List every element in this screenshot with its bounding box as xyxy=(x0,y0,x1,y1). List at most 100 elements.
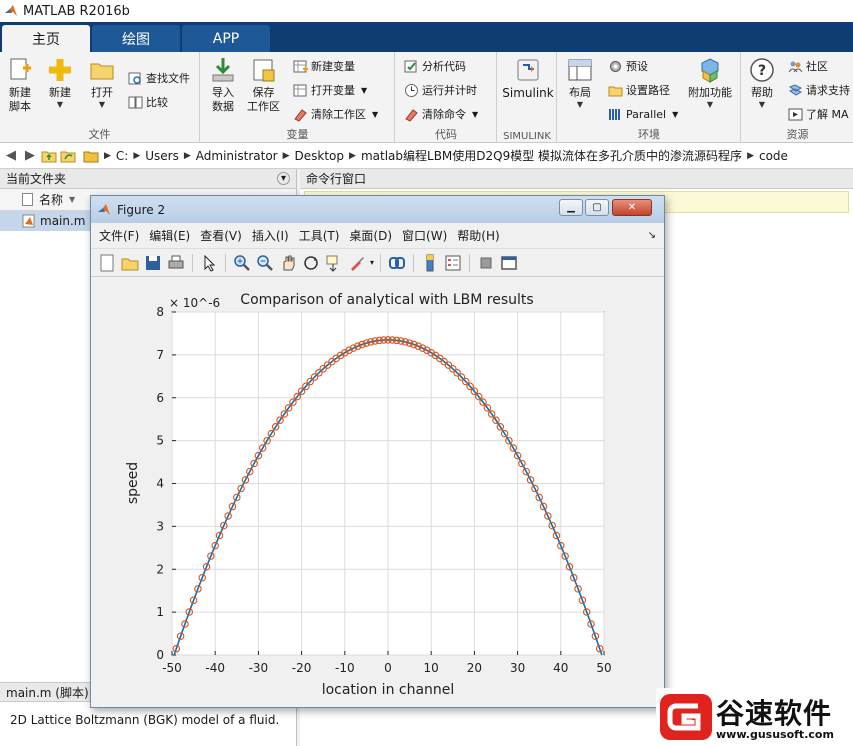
open-variable-icon xyxy=(293,84,307,96)
pointer-icon[interactable] xyxy=(199,253,219,273)
ribbon-section-simulink: Simulink SIMULINK xyxy=(498,52,557,143)
simulink-button[interactable]: Simulink xyxy=(502,56,554,100)
pan-icon[interactable] xyxy=(278,253,298,273)
maximize-button[interactable]: ▢ xyxy=(585,199,609,216)
open-variable-button[interactable]: 打开变量 ▼ xyxy=(293,81,367,99)
panel-menu-icon[interactable]: ▾ xyxy=(277,172,290,185)
learn-matlab-button[interactable]: 了解 MA xyxy=(788,105,849,123)
command-window-title: 命令行窗口 xyxy=(306,172,367,186)
help-button[interactable]: ? 帮助 ▼ xyxy=(748,56,776,109)
clear-commands-button[interactable]: 清除命令 ▼ xyxy=(404,105,478,123)
colorbar-icon[interactable] xyxy=(420,253,440,273)
y-axis-exponent: × 10^-6 xyxy=(169,296,220,310)
ribbon-section-code: 分析代码 运行并计时 清除命令 ▼ 代码 xyxy=(396,52,497,143)
back-arrow-icon[interactable]: ◀ xyxy=(3,148,19,163)
chevron-down-icon: ▼ xyxy=(372,109,379,119)
current-folder-header: 当前文件夹 ▾ xyxy=(0,169,296,189)
browse-folder-icon[interactable] xyxy=(60,148,76,164)
layout-button[interactable]: 布局 ▼ xyxy=(566,56,594,109)
y-tick-label: 5 xyxy=(156,434,164,448)
menu-edit[interactable]: 编辑(E) xyxy=(149,227,190,244)
new-variable-button[interactable]: 新建变量 xyxy=(293,57,355,75)
ribbon-section-resources: ? 帮助 ▼ 社区 请求支持 了解 MA 资源 xyxy=(742,52,853,143)
plot-canvas[interactable]: Comparison of analytical with LBM result… xyxy=(97,281,657,701)
breadcrumb-item[interactable]: Users xyxy=(145,149,179,163)
chevron-down-icon: ▼ xyxy=(361,85,368,95)
link-plot-icon[interactable] xyxy=(387,253,407,273)
menu-file[interactable]: 文件(F) xyxy=(99,227,139,244)
figure-title: Figure 2 xyxy=(117,202,166,217)
parallel-button[interactable]: Parallel ▼ xyxy=(608,105,678,123)
zoom-out-icon[interactable] xyxy=(255,253,275,273)
address-bar: ◀ ▶ ▶ C: ▶ Users ▶ Administrator ▶ Deskt… xyxy=(0,143,853,169)
close-button[interactable]: ✕ xyxy=(612,199,652,216)
new-script-button[interactable]: 新建 脚本 xyxy=(6,56,34,114)
breadcrumb-item[interactable]: code xyxy=(759,149,788,163)
new-script-icon xyxy=(10,58,31,80)
toolbar-separator xyxy=(469,253,471,272)
tab-home[interactable]: 主页 xyxy=(2,25,90,52)
zoom-in-icon[interactable] xyxy=(232,253,252,273)
save-icon[interactable] xyxy=(143,253,163,273)
toolbar-separator xyxy=(225,253,226,272)
community-button[interactable]: 社区 xyxy=(788,57,828,75)
menu-insert[interactable]: 插入(I) xyxy=(252,227,289,244)
menu-tools[interactable]: 工具(T) xyxy=(299,227,340,244)
find-files-button[interactable]: 查找文件 xyxy=(128,69,190,87)
up-folder-icon[interactable] xyxy=(41,148,57,164)
toolbar-separator xyxy=(192,253,193,272)
compare-button[interactable]: 比较 xyxy=(128,93,168,111)
open-file-icon[interactable] xyxy=(120,253,140,273)
menu-view[interactable]: 查看(V) xyxy=(200,227,242,244)
analyze-code-button[interactable]: 分析代码 xyxy=(404,57,466,75)
menu-window[interactable]: 窗口(W) xyxy=(402,227,447,244)
simulink-icon xyxy=(517,59,539,81)
run-and-time-button[interactable]: 运行并计时 xyxy=(404,81,477,99)
import-data-button[interactable]: 导入 数据 xyxy=(209,56,237,114)
chevron-down-icon[interactable]: ▾ xyxy=(370,258,374,267)
watermark-text: 谷速软件 xyxy=(716,697,833,730)
y-tick-label: 0 xyxy=(156,648,164,662)
minimize-button[interactable]: ▁ xyxy=(559,199,583,216)
add-ons-button[interactable]: 附加功能 ▼ xyxy=(688,56,732,109)
community-icon xyxy=(788,61,803,72)
print-icon[interactable] xyxy=(166,253,186,273)
forward-arrow-icon[interactable]: ▶ xyxy=(22,148,38,163)
file-name: main.m xyxy=(40,214,86,228)
menu-desktop[interactable]: 桌面(D) xyxy=(349,227,392,244)
section-label-variable: 变量 xyxy=(286,128,309,141)
chevron-down-icon: ▼ xyxy=(576,100,584,109)
find-files-icon xyxy=(128,72,141,84)
data-cursor-icon[interactable] xyxy=(324,253,344,273)
save-workspace-button[interactable]: 保存 工作区 xyxy=(247,56,280,114)
x-tick-label: -50 xyxy=(162,661,182,675)
figure-title-bar[interactable]: Figure 2 ▁ ▢ ✕ xyxy=(91,196,664,223)
menu-help[interactable]: 帮助(H) xyxy=(457,227,499,244)
undock-arrow-icon[interactable]: ↘ xyxy=(648,230,656,241)
ribbon: 新建 脚本 新建 ▼ 打开 ▼ 查找文件 比较 文件 导入 数据 保存 工作区 … xyxy=(0,52,853,143)
rotate-3d-icon[interactable] xyxy=(301,253,321,273)
breadcrumb-item[interactable]: C: xyxy=(116,149,128,163)
brush-icon[interactable] xyxy=(347,253,367,273)
save-workspace-icon xyxy=(253,59,274,82)
legend-icon[interactable] xyxy=(443,253,463,273)
new-figure-icon[interactable] xyxy=(97,253,117,273)
breadcrumb-item[interactable]: matlab编程LBM使用D2Q9模型 模拟流体在多孔介质中的渗流源码程序 xyxy=(361,147,742,164)
sort-down-icon: ▼ xyxy=(69,195,76,204)
clear-workspace-button[interactable]: 清除工作区 ▼ xyxy=(293,105,378,123)
figure-window[interactable]: Figure 2 ▁ ▢ ✕ 文件(F) 编辑(E) 查看(V) 插入(I) 工… xyxy=(90,195,665,708)
show-plot-tools-icon[interactable] xyxy=(499,253,519,273)
hide-plot-tools-icon[interactable] xyxy=(476,253,496,273)
y-tick-label: 1 xyxy=(156,605,164,619)
request-support-button[interactable]: 请求支持 xyxy=(788,81,850,99)
tab-apps[interactable]: APP xyxy=(182,25,270,52)
new-button[interactable]: 新建 ▼ xyxy=(46,56,74,109)
breadcrumb-item[interactable]: Administrator xyxy=(196,149,278,163)
set-path-button[interactable]: 设置路径 xyxy=(608,81,670,99)
x-tick-label: 30 xyxy=(510,661,525,675)
tab-plots[interactable]: 绘图 xyxy=(92,25,180,52)
breadcrumb-item[interactable]: Desktop xyxy=(295,149,345,163)
open-button[interactable]: 打开 ▼ xyxy=(88,56,116,109)
preferences-button[interactable]: 预设 xyxy=(608,57,648,75)
parallel-icon xyxy=(609,108,620,120)
